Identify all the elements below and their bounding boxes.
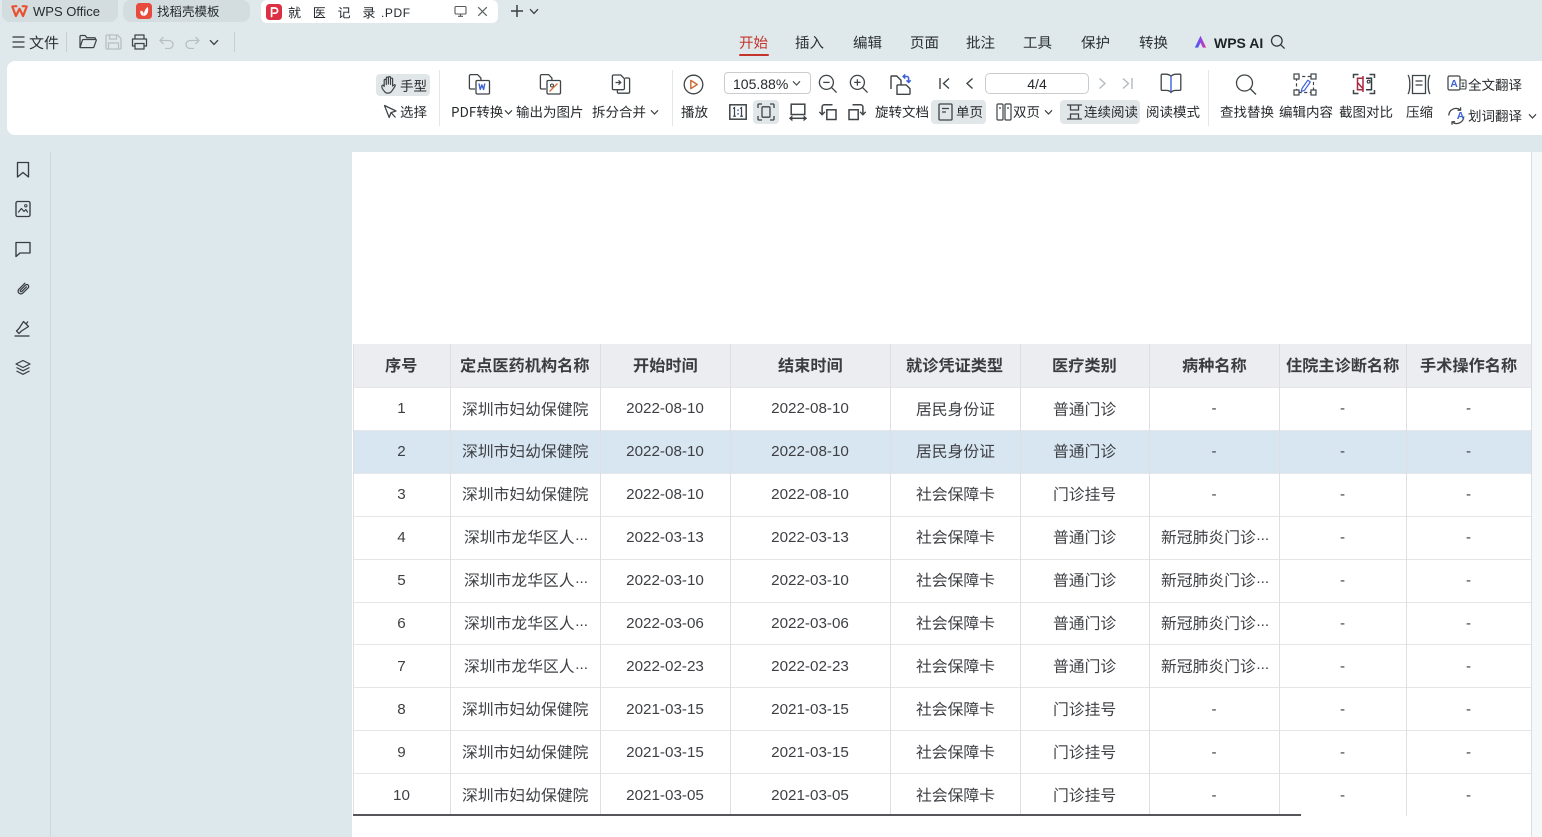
svg-text:A: A bbox=[1457, 110, 1465, 122]
svg-text:A: A bbox=[1450, 78, 1458, 90]
